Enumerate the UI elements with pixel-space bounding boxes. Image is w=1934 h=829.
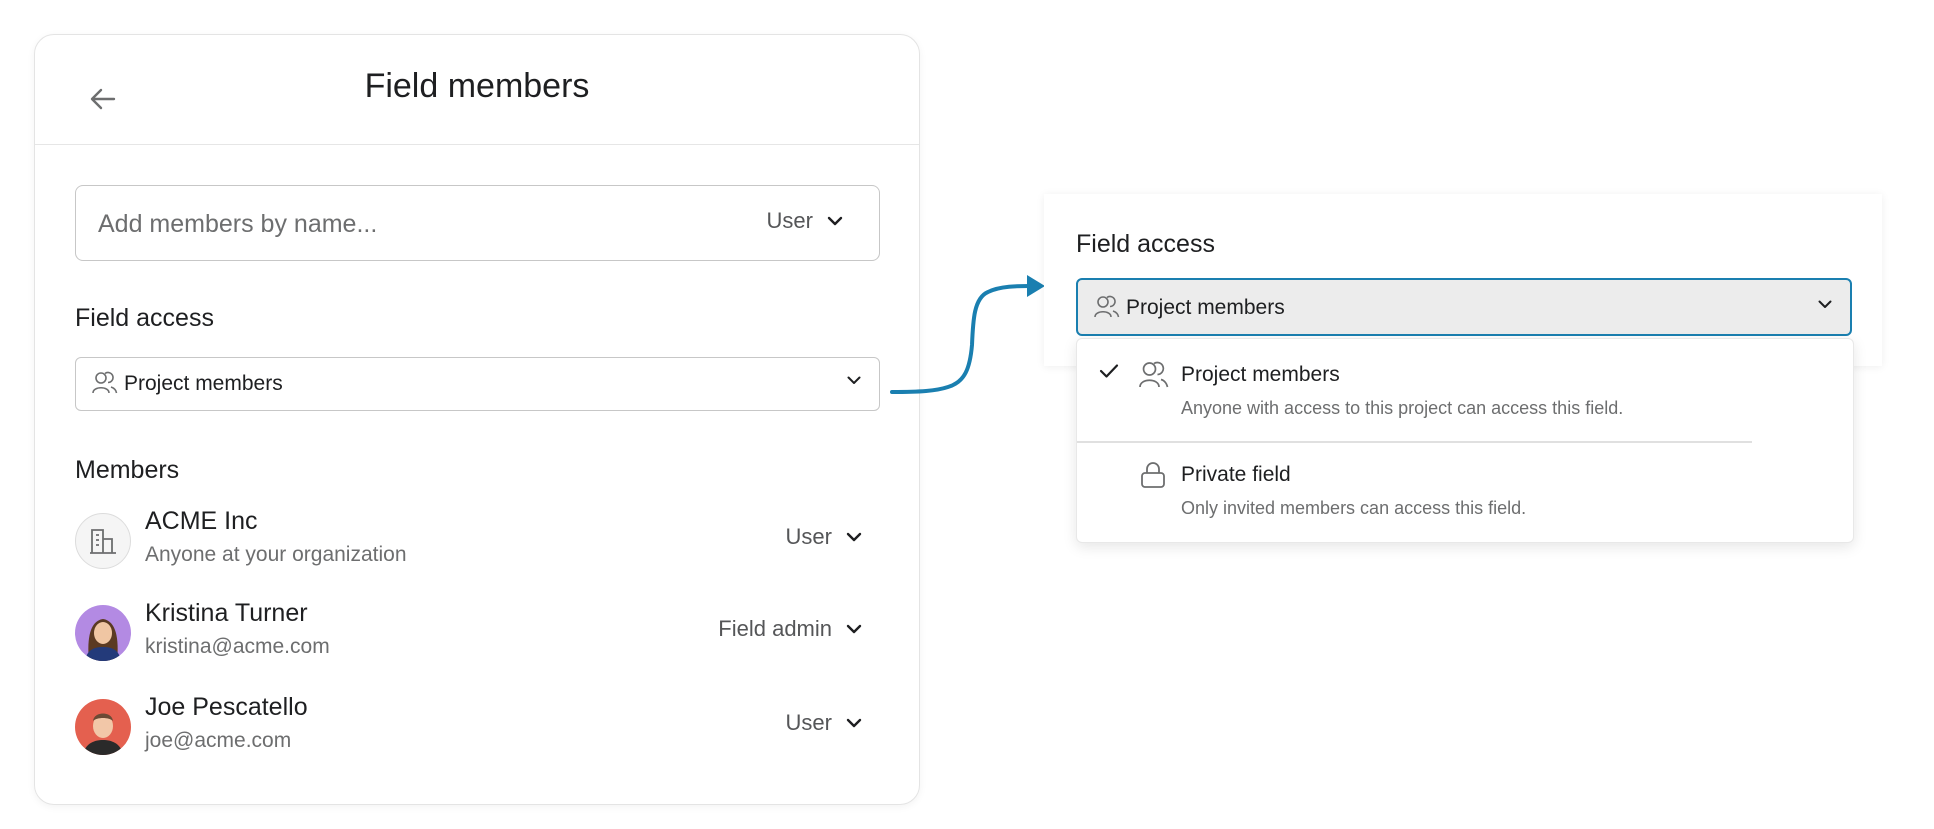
member-row: Joe Pescatello joe@acme.com User bbox=[75, 693, 880, 763]
chevron-down-icon bbox=[846, 624, 862, 634]
avatar bbox=[75, 699, 131, 755]
add-members-field[interactable]: User bbox=[75, 185, 880, 262]
option-title: Private field bbox=[1181, 463, 1291, 486]
page-title: Field members bbox=[364, 67, 590, 105]
building-icon bbox=[90, 529, 116, 554]
add-members-input[interactable] bbox=[96, 186, 700, 262]
member-role-select[interactable]: Field admin bbox=[718, 616, 862, 642]
avatar bbox=[75, 605, 131, 661]
member-role-select[interactable]: User bbox=[786, 524, 862, 550]
panel-header: Field members bbox=[35, 35, 919, 145]
field-access-select[interactable]: Project members bbox=[75, 357, 880, 411]
option-description: Only invited members can access this fie… bbox=[1181, 498, 1527, 518]
connector-arrow bbox=[890, 275, 1045, 394]
chevron-down-icon bbox=[847, 376, 861, 384]
people-icon bbox=[1139, 361, 1169, 388]
field-access-dropdown: Project members Anyone with access to th… bbox=[1076, 338, 1854, 543]
field-access-label: Field access bbox=[75, 304, 214, 332]
member-row: ACME Inc Anyone at your organization Use… bbox=[75, 507, 880, 577]
lock-icon bbox=[1141, 462, 1165, 488]
member-role-label: User bbox=[785, 524, 832, 549]
people-icon bbox=[1094, 295, 1120, 318]
member-subtitle: Anyone at your organization bbox=[145, 543, 407, 566]
option-private-field[interactable]: Private field Only invited members can a… bbox=[1077, 443, 1853, 539]
field-members-panel: Field members User Field access Project … bbox=[34, 34, 920, 805]
member-subtitle: kristina@acme.com bbox=[145, 635, 330, 658]
chevron-down-icon bbox=[846, 718, 862, 728]
avatar bbox=[75, 513, 131, 569]
invite-role-select[interactable]: User bbox=[767, 208, 843, 234]
option-description: Anyone with access to this project can a… bbox=[1181, 398, 1624, 418]
field-access-value: Project members bbox=[124, 372, 283, 395]
member-role-label: Field admin bbox=[718, 616, 832, 641]
members-heading: Members bbox=[75, 456, 180, 484]
member-name: ACME Inc bbox=[145, 507, 258, 535]
member-name: Joe Pescatello bbox=[145, 693, 308, 721]
field-access-label: Field access bbox=[1076, 230, 1215, 258]
member-name: Kristina Turner bbox=[145, 599, 308, 627]
option-project-members[interactable]: Project members Anyone with access to th… bbox=[1077, 339, 1853, 441]
option-title: Project members bbox=[1181, 363, 1340, 386]
person-photo-icon bbox=[75, 605, 131, 661]
member-subtitle: joe@acme.com bbox=[145, 729, 292, 752]
member-role-select[interactable]: User bbox=[786, 710, 862, 736]
chevron-down-icon bbox=[846, 532, 862, 542]
chevron-down-icon bbox=[1818, 300, 1832, 308]
person-photo-icon bbox=[75, 699, 131, 755]
chevron-down-icon bbox=[827, 216, 843, 226]
people-icon bbox=[92, 371, 118, 394]
member-role-label: User bbox=[785, 710, 832, 735]
invite-role-label: User bbox=[766, 208, 813, 233]
field-access-select[interactable]: Project members bbox=[1076, 278, 1852, 336]
member-row: Kristina Turner kristina@acme.com Field … bbox=[75, 599, 880, 669]
checkmark-icon bbox=[1099, 364, 1119, 378]
field-access-value: Project members bbox=[1126, 296, 1285, 319]
